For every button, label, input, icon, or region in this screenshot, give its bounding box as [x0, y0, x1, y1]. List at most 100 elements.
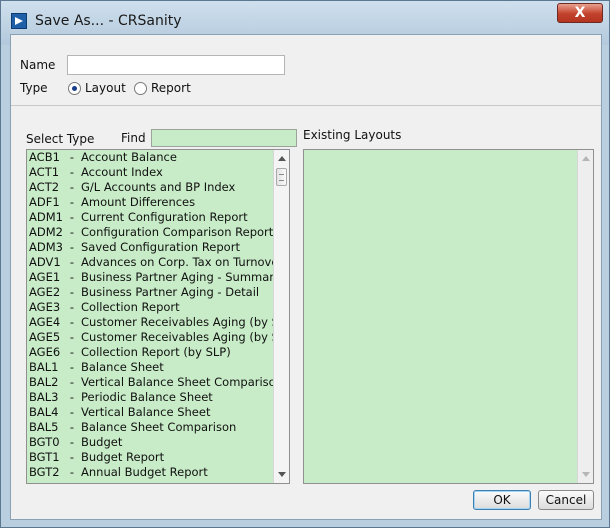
- existing-layouts-list[interactable]: [303, 149, 594, 484]
- dialog-body: Name Type Layout Report Select Type Find…: [10, 34, 602, 520]
- list-item-separator: -: [69, 240, 75, 254]
- list-item-separator: -: [69, 390, 75, 404]
- separator: [11, 105, 601, 106]
- list-item[interactable]: AGE4- Customer Receivables Aging (by SL: [27, 315, 275, 330]
- existing-layouts-label: Existing Layouts: [303, 128, 402, 142]
- select-type-scrollbar[interactable]: [273, 150, 289, 483]
- list-item-code: BGT2: [29, 465, 60, 479]
- list-item-code: BGT1: [29, 450, 60, 464]
- select-type-list[interactable]: ACB1- Account Balance ACT1- Account Index AC…: [26, 149, 290, 484]
- list-item-name: Balance Sheet: [81, 360, 164, 374]
- list-item-code: BAL4: [29, 405, 59, 419]
- list-item-name: Saved Configuration Report: [81, 240, 240, 254]
- list-item-code: ADM1: [29, 210, 63, 224]
- list-item[interactable]: ADM3- Saved Configuration Report: [27, 240, 275, 255]
- list-item[interactable]: ACB1- Account Balance: [27, 150, 275, 165]
- scroll-down-icon[interactable]: [582, 472, 590, 477]
- list-item[interactable]: ADM1- Current Configuration Report: [27, 210, 275, 225]
- list-item-separator: -: [69, 315, 75, 329]
- list-item[interactable]: AGE6- Collection Report (by SLP): [27, 345, 275, 360]
- type-layout-radio[interactable]: [68, 82, 81, 95]
- list-item[interactable]: ADF1- Amount Differences: [27, 195, 275, 210]
- select-type-items: ACB1- Account Balance ACT1- Account Index AC…: [27, 150, 289, 480]
- list-item[interactable]: BAL2- Vertical Balance Sheet Comparison: [27, 375, 275, 390]
- list-item[interactable]: ACT2- G/L Accounts and BP Index: [27, 180, 275, 195]
- close-button[interactable]: X: [557, 3, 603, 23]
- list-item-separator: -: [69, 360, 75, 374]
- list-item-separator: -: [69, 255, 75, 269]
- list-item[interactable]: BGT2- Annual Budget Report: [27, 465, 275, 480]
- list-item-separator: -: [69, 210, 75, 224]
- list-item-name: Collection Report (by SLP): [81, 345, 231, 359]
- list-item-name: Vertical Balance Sheet: [81, 405, 211, 419]
- scroll-thumb[interactable]: [276, 168, 287, 186]
- type-label: Type: [20, 81, 48, 95]
- app-icon: [11, 13, 27, 29]
- find-input[interactable]: [151, 129, 297, 147]
- cancel-button[interactable]: Cancel: [538, 490, 594, 510]
- list-item-name: Amount Differences: [81, 195, 196, 209]
- ok-button[interactable]: OK: [473, 490, 531, 510]
- list-item-code: ACT1: [29, 165, 60, 179]
- list-item-separator: -: [69, 300, 75, 314]
- list-item-name: G/L Accounts and BP Index: [81, 180, 236, 194]
- list-item-name: Account Index: [81, 165, 163, 179]
- list-item-separator: -: [69, 330, 75, 344]
- list-item-separator: -: [69, 180, 75, 194]
- name-label: Name: [20, 58, 56, 72]
- list-item[interactable]: BGT0- Budget: [27, 435, 275, 450]
- list-item-code: ADF1: [29, 195, 60, 209]
- name-input[interactable]: [67, 55, 285, 75]
- list-item-code: ACT2: [29, 180, 60, 194]
- list-item-separator: -: [69, 465, 75, 479]
- list-item[interactable]: BGT1- Budget Report: [27, 450, 275, 465]
- list-item[interactable]: BAL5- Balance Sheet Comparison: [27, 420, 275, 435]
- list-item[interactable]: ADV1- Advances on Corp. Tax on Turnove: [27, 255, 275, 270]
- list-item-name: Advances on Corp. Tax on Turnove: [81, 255, 275, 269]
- list-item-code: AGE3: [29, 300, 61, 314]
- list-item-code: BGT0: [29, 435, 60, 449]
- window-title: Save As... - CRSanity: [35, 13, 182, 29]
- list-item[interactable]: BAL3- Periodic Balance Sheet: [27, 390, 275, 405]
- list-item-name: Annual Budget Report: [81, 465, 208, 479]
- scroll-up-icon[interactable]: [582, 156, 590, 161]
- list-item[interactable]: AGE3- Collection Report: [27, 300, 275, 315]
- list-item-name: Budget Report: [81, 450, 165, 464]
- select-type-label: Select Type: [26, 132, 95, 146]
- list-item-name: Business Partner Aging - Detail: [81, 285, 260, 299]
- existing-layouts-scrollbar[interactable]: [577, 150, 593, 483]
- list-item-separator: -: [69, 150, 75, 164]
- list-item-name: Business Partner Aging - Summary: [81, 270, 275, 284]
- list-item[interactable]: ADM2- Configuration Comparison Report: [27, 225, 275, 240]
- list-item-name: Collection Report: [81, 300, 180, 314]
- list-item[interactable]: BAL1- Balance Sheet: [27, 360, 275, 375]
- list-item[interactable]: ACT1- Account Index: [27, 165, 275, 180]
- list-item[interactable]: AGE2- Business Partner Aging - Detail: [27, 285, 275, 300]
- list-item-code: BAL3: [29, 390, 59, 404]
- list-item-name: Configuration Comparison Report: [81, 225, 274, 239]
- list-item[interactable]: AGE1- Business Partner Aging - Summary: [27, 270, 275, 285]
- list-item-separator: -: [69, 165, 75, 179]
- type-report-label[interactable]: Report: [151, 81, 191, 95]
- list-item-code: BAL2: [29, 375, 59, 389]
- type-layout-label[interactable]: Layout: [85, 81, 126, 95]
- list-item-code: AGE2: [29, 285, 61, 299]
- list-item[interactable]: AGE5- Customer Receivables Aging (by SL: [27, 330, 275, 345]
- list-item-code: ADM2: [29, 225, 63, 239]
- type-report-radio[interactable]: [134, 82, 147, 95]
- list-item-name: Customer Receivables Aging (by SL: [81, 315, 275, 329]
- scroll-down-icon[interactable]: [278, 472, 286, 477]
- scroll-up-icon[interactable]: [278, 156, 286, 161]
- list-item-name: Account Balance: [81, 150, 177, 164]
- list-item-name: Vertical Balance Sheet Comparison: [81, 375, 275, 389]
- list-item[interactable]: BAL4- Vertical Balance Sheet: [27, 405, 275, 420]
- list-item-code: AGE5: [29, 330, 61, 344]
- list-item-code: AGE6: [29, 345, 61, 359]
- list-item-separator: -: [69, 225, 75, 239]
- list-item-code: BAL5: [29, 420, 59, 434]
- list-item-code: AGE4: [29, 315, 61, 329]
- list-item-code: BAL1: [29, 360, 59, 374]
- list-item-code: AGE1: [29, 270, 61, 284]
- save-as-dialog: Save As... - CRSanity X Name Type Layout…: [0, 0, 610, 528]
- list-item-separator: -: [69, 420, 75, 434]
